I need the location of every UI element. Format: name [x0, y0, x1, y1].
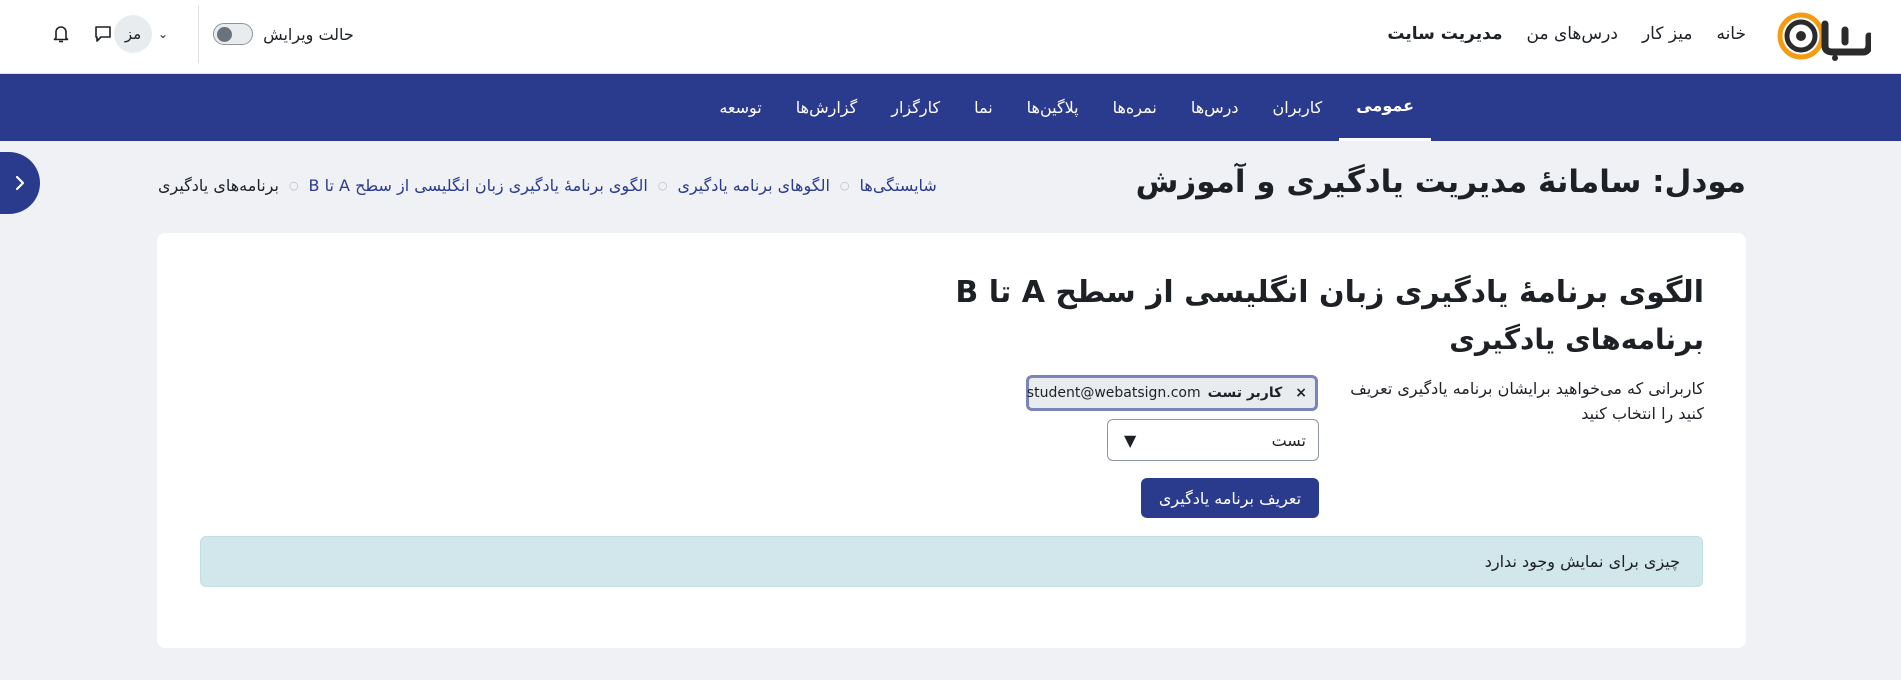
breadcrumb-separator: ○	[657, 179, 668, 192]
tab-users[interactable]: کاربران	[1256, 74, 1340, 141]
remove-user-icon[interactable]: ×	[1295, 385, 1307, 401]
edit-mode-toggle[interactable]	[213, 23, 254, 45]
primary-navigation: خانه میز کار درس‌های من مدیریت سایت	[1387, 0, 1746, 68]
edit-mode-label: حالت ویرایش	[263, 24, 354, 44]
nav-dashboard[interactable]: میز کار	[1642, 24, 1693, 44]
user-area: حالت ویرایش ⌄ مز	[30, 0, 354, 68]
breadcrumb-template[interactable]: الگوی برنامهٔ یادگیری زبان انگلیسی از سط…	[309, 176, 648, 195]
tab-server[interactable]: کارگزار	[874, 74, 957, 141]
dropdown-arrow-icon[interactable]: ▼	[1124, 431, 1136, 450]
chevron-right-icon	[15, 175, 25, 191]
tab-plugins[interactable]: پلاگین‌ها	[1010, 74, 1096, 141]
chevron-down-icon[interactable]: ⌄	[158, 27, 168, 41]
user-search-value: تست	[1271, 430, 1306, 450]
tab-appearance[interactable]: نما	[957, 74, 1010, 141]
selected-user-email: student@webatsign.com	[1026, 385, 1201, 401]
nav-home[interactable]: خانه	[1716, 24, 1746, 44]
create-learning-plans-button[interactable]: تعریف برنامه یادگیری	[1141, 478, 1319, 518]
breadcrumb-current: برنامه‌های یادگیری	[158, 176, 279, 195]
tab-general[interactable]: عمومی	[1339, 74, 1431, 141]
tab-courses[interactable]: درس‌ها	[1174, 74, 1256, 141]
secondary-navigation: عمومی کاربران درس‌ها نمره‌ها پلاگین‌ها ن…	[0, 74, 1901, 141]
site-logo[interactable]	[1775, 10, 1873, 62]
message-icon[interactable]	[92, 23, 114, 45]
page-title: مودل: سامانهٔ مدیریت یادگیری و آموزش	[1135, 164, 1746, 200]
open-drawer-button[interactable]	[0, 152, 40, 214]
tab-grades[interactable]: نمره‌ها	[1096, 74, 1174, 141]
empty-state-alert: چیزی برای نمایش وجود ندارد	[200, 536, 1703, 587]
breadcrumb-separator: ○	[288, 179, 299, 192]
user-search-input[interactable]: تست ▼	[1107, 419, 1319, 461]
template-heading: الگوی برنامهٔ یادگیری زبان انگلیسی از سط…	[955, 275, 1704, 310]
main-content-card: الگوی برنامهٔ یادگیری زبان انگلیسی از سط…	[157, 233, 1746, 648]
notification-bell-icon[interactable]	[50, 23, 72, 45]
navbar-divider	[198, 5, 200, 63]
breadcrumb: شایستگی‌ها ○ الگوهای برنامه یادگیری ○ ال…	[158, 176, 937, 195]
empty-state-message: چیزی برای نمایش وجود ندارد	[1484, 552, 1680, 571]
top-navbar: خانه میز کار درس‌های من مدیریت سایت حالت…	[0, 0, 1901, 74]
nav-site-administration[interactable]: مدیریت سایت	[1387, 24, 1502, 44]
selected-user-name: کاربر تست	[1207, 385, 1283, 401]
learning-plans-heading: برنامه‌های یادگیری	[1449, 323, 1704, 356]
selected-user-chip[interactable]: × کاربر تست student@webatsign.com	[1026, 375, 1318, 411]
select-users-label: کاربرانی که می‌خواهید برایشان برنامه یاد…	[1350, 379, 1704, 423]
breadcrumb-separator: ○	[839, 179, 850, 192]
breadcrumb-learning-plan-templates[interactable]: الگوهای برنامه یادگیری	[677, 176, 829, 195]
nav-my-courses[interactable]: درس‌های من	[1527, 24, 1618, 44]
tab-reports[interactable]: گزارش‌ها	[779, 74, 874, 141]
breadcrumb-competencies[interactable]: شایستگی‌ها	[860, 176, 937, 195]
user-avatar[interactable]: مز	[114, 15, 152, 53]
tab-development[interactable]: توسعه	[702, 74, 778, 141]
